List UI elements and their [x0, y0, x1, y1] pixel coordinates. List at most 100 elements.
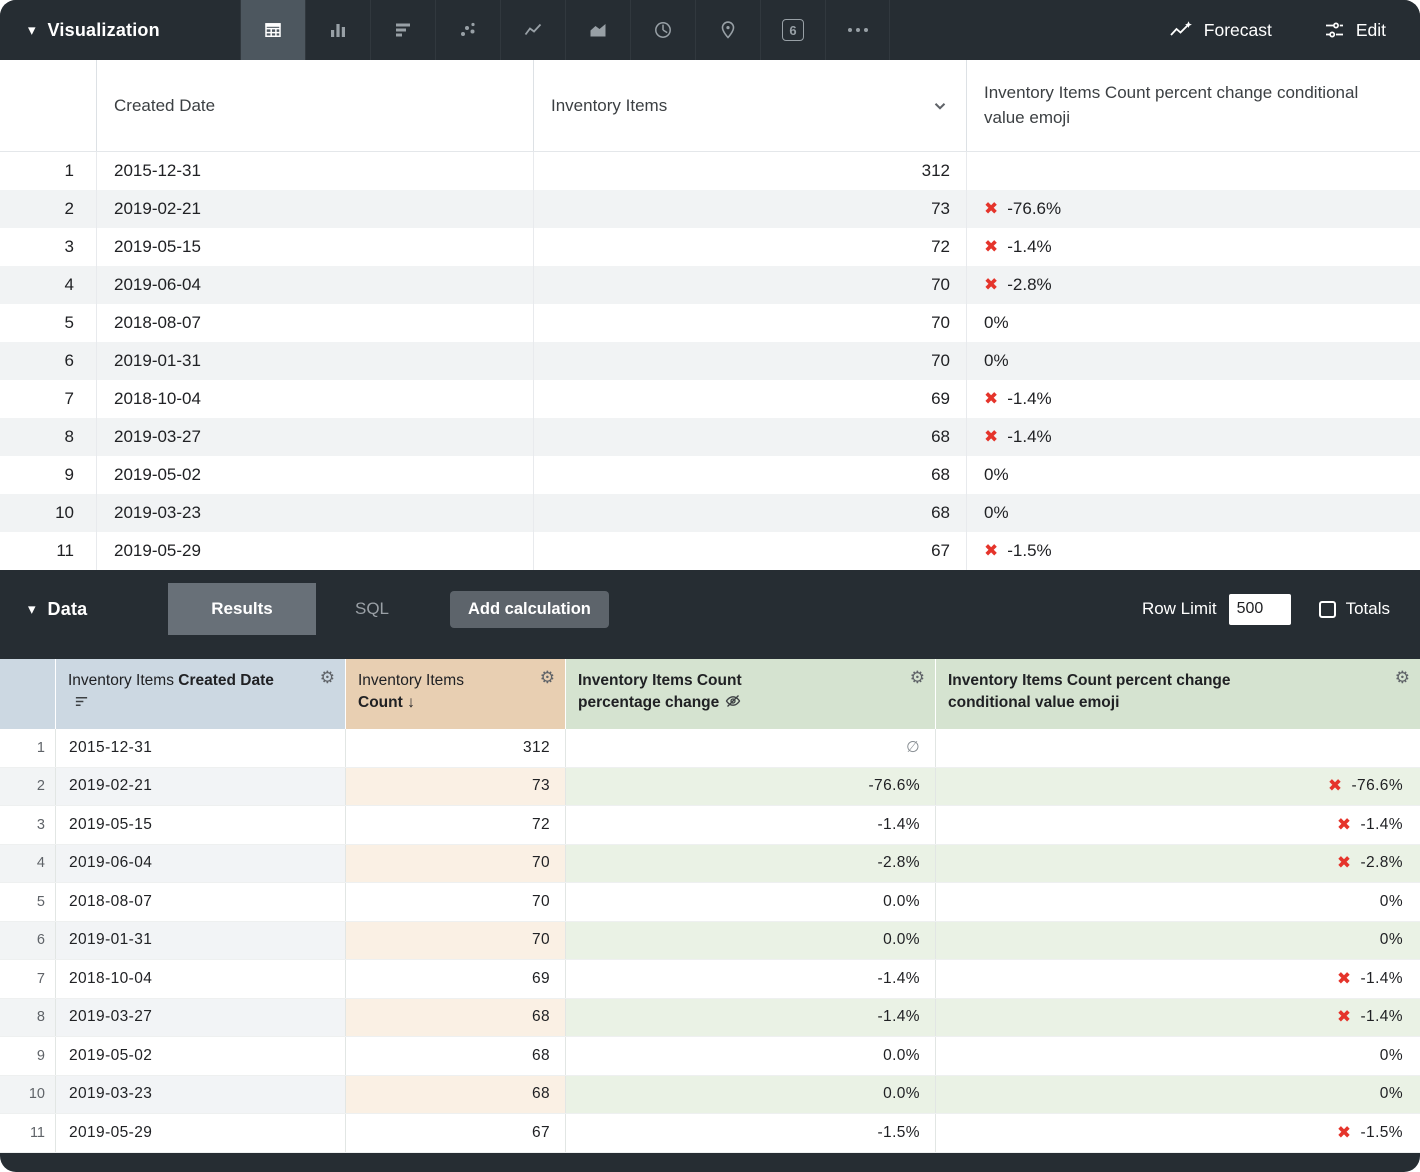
hidden-eye-icon	[725, 693, 741, 709]
table-viz-icon[interactable]	[240, 0, 305, 60]
row-number: 8	[0, 999, 55, 1037]
created-date-cell: 2019-01-31	[55, 922, 345, 960]
visualization-collapse[interactable]: Visualization	[0, 0, 240, 60]
row-number: 9	[0, 1037, 55, 1075]
viz-table-row[interactable]: 62019-01-31700%	[0, 342, 1420, 380]
viz-table-row[interactable]: 52018-08-07700%	[0, 304, 1420, 342]
viz-table-row[interactable]: 32019-05-1572-1.4%	[0, 228, 1420, 266]
created-date-cell: 2018-08-07	[96, 304, 533, 342]
tab-results[interactable]: Results	[168, 583, 316, 635]
results-table-row[interactable]: 32019-05-1572-1.4%-1.4%	[0, 806, 1420, 845]
percentage-change-cell: 0.0%	[565, 1037, 935, 1075]
red-x-icon	[1337, 969, 1352, 989]
emoji-percent-value: 0%	[1380, 893, 1403, 911]
gear-icon[interactable]	[1395, 668, 1410, 688]
gear-icon[interactable]	[540, 668, 555, 688]
viz-table-row[interactable]: 22019-02-2173-76.6%	[0, 190, 1420, 228]
results-table-row[interactable]: 52018-08-07700.0%0%	[0, 883, 1420, 922]
gear-icon[interactable]	[910, 668, 925, 688]
count-cell: 68	[345, 999, 565, 1037]
add-calculation-button[interactable]: Add calculation	[450, 591, 609, 628]
viz-table-body: 12015-12-3131222019-02-2173-76.6%32019-0…	[0, 152, 1420, 570]
viz-col-inventory-items[interactable]: Inventory Items	[533, 60, 966, 151]
percent-change-value: 0%	[984, 313, 1009, 333]
row-number: 6	[0, 342, 96, 380]
created-date-cell: 2019-03-27	[55, 999, 345, 1037]
emoji-percent-value: 0%	[1380, 1047, 1403, 1065]
percentage-change-cell: -1.5%	[565, 1114, 935, 1152]
results-table-row[interactable]: 62019-01-31700.0%0%	[0, 922, 1420, 961]
red-x-icon	[984, 237, 998, 257]
results-table-row[interactable]: 22019-02-2173-76.6%-76.6%	[0, 768, 1420, 807]
results-col-created-date[interactable]: Inventory Items Created Date	[55, 659, 345, 729]
created-date-cell: 2019-05-15	[96, 228, 533, 266]
results-col-percentage-change[interactable]: Inventory Items Count percentage change	[565, 659, 935, 729]
percent-change-value: -1.4%	[1007, 427, 1051, 447]
single-value-viz-icon[interactable]: 6	[760, 0, 825, 60]
results-table-row[interactable]: 72018-10-0469-1.4%-1.4%	[0, 960, 1420, 999]
viz-table-row[interactable]: 72018-10-0469-1.4%	[0, 380, 1420, 418]
percent-change-value: -1.5%	[1007, 541, 1051, 561]
viz-table-header: Created Date Inventory Items Inventory I…	[0, 60, 1420, 152]
row-limit-label: Row Limit	[1142, 599, 1217, 619]
percentage-change-cell: -1.4%	[565, 999, 935, 1037]
more-viz-types-icon[interactable]	[825, 0, 890, 60]
results-table-row[interactable]: 112019-05-2967-1.5%-1.5%	[0, 1114, 1420, 1153]
edit-button[interactable]: Edit	[1324, 20, 1386, 41]
inventory-items-count-cell: 70	[533, 342, 966, 380]
results-table-row[interactable]: 42019-06-0470-2.8%-2.8%	[0, 845, 1420, 884]
map-viz-icon[interactable]	[695, 0, 760, 60]
viz-bar-actions: Forecast Edit	[1169, 0, 1420, 60]
row-number: 2	[0, 190, 96, 228]
results-col-emoji[interactable]: Inventory Items Count percent change con…	[935, 659, 1420, 729]
viz-table-row[interactable]: 102019-03-23680%	[0, 494, 1420, 532]
viz-table-row[interactable]: 92019-05-02680%	[0, 456, 1420, 494]
created-date-cell: 2019-05-02	[55, 1037, 345, 1075]
forecast-button[interactable]: Forecast	[1169, 20, 1272, 41]
emoji-cell	[935, 729, 1420, 767]
created-date-cell: 2019-05-29	[55, 1114, 345, 1152]
viz-col-percent-change-emoji[interactable]: Inventory Items Count percent change con…	[966, 60, 1420, 151]
percent-change-value: -1.4%	[1007, 237, 1051, 257]
results-col-count[interactable]: Inventory Items Count ↓	[345, 659, 565, 729]
totals-checkbox[interactable]	[1319, 601, 1336, 618]
chevron-down-icon[interactable]	[931, 97, 949, 115]
created-date-cell: 2015-12-31	[96, 152, 533, 190]
percent-change-emoji-cell: -1.4%	[966, 228, 1420, 266]
viz-table-row[interactable]: 112019-05-2967-1.5%	[0, 532, 1420, 570]
column-chart-viz-icon[interactable]	[305, 0, 370, 60]
results-table-row[interactable]: 12015-12-31312∅	[0, 729, 1420, 768]
sort-rows-icon	[74, 694, 89, 709]
results-table-row[interactable]: 82019-03-2768-1.4%-1.4%	[0, 999, 1420, 1038]
forecast-icon	[1169, 20, 1193, 40]
line-chart-viz-icon[interactable]	[500, 0, 565, 60]
percent-change-value: 0%	[984, 351, 1009, 371]
emoji-percent-value: 0%	[1380, 931, 1403, 949]
gear-icon[interactable]	[320, 668, 335, 688]
created-date-header-label: Created Date	[114, 96, 215, 116]
area-chart-viz-icon[interactable]	[565, 0, 630, 60]
viz-col-created-date[interactable]: Created Date	[96, 60, 533, 151]
visualization-table: Created Date Inventory Items Inventory I…	[0, 60, 1420, 570]
visualization-title: Visualization	[48, 20, 160, 41]
data-collapse[interactable]: Data	[0, 583, 168, 635]
pie-chart-viz-icon[interactable]	[630, 0, 695, 60]
emoji-cell: 0%	[935, 922, 1420, 960]
tab-sql[interactable]: SQL	[316, 583, 428, 635]
viz-table-row[interactable]: 42019-06-0470-2.8%	[0, 266, 1420, 304]
percent-change-value: -2.8%	[1007, 275, 1051, 295]
inventory-items-count-cell: 67	[533, 532, 966, 570]
row-limit-input[interactable]	[1229, 594, 1291, 625]
emoji-percent-value: -76.6%	[1351, 777, 1403, 795]
scatter-viz-icon[interactable]	[435, 0, 500, 60]
results-table-row[interactable]: 102019-03-23680.0%0%	[0, 1076, 1420, 1115]
created-date-cell: 2018-08-07	[55, 883, 345, 921]
viz-table-row[interactable]: 12015-12-31312	[0, 152, 1420, 190]
created-date-cell: 2019-05-15	[55, 806, 345, 844]
count-cell: 67	[345, 1114, 565, 1152]
results-table-row[interactable]: 92019-05-02680.0%0%	[0, 1037, 1420, 1076]
bar-chart-viz-icon[interactable]	[370, 0, 435, 60]
viz-table-row[interactable]: 82019-03-2768-1.4%	[0, 418, 1420, 456]
created-date-cell: 2019-05-29	[96, 532, 533, 570]
row-number: 11	[0, 1114, 55, 1152]
